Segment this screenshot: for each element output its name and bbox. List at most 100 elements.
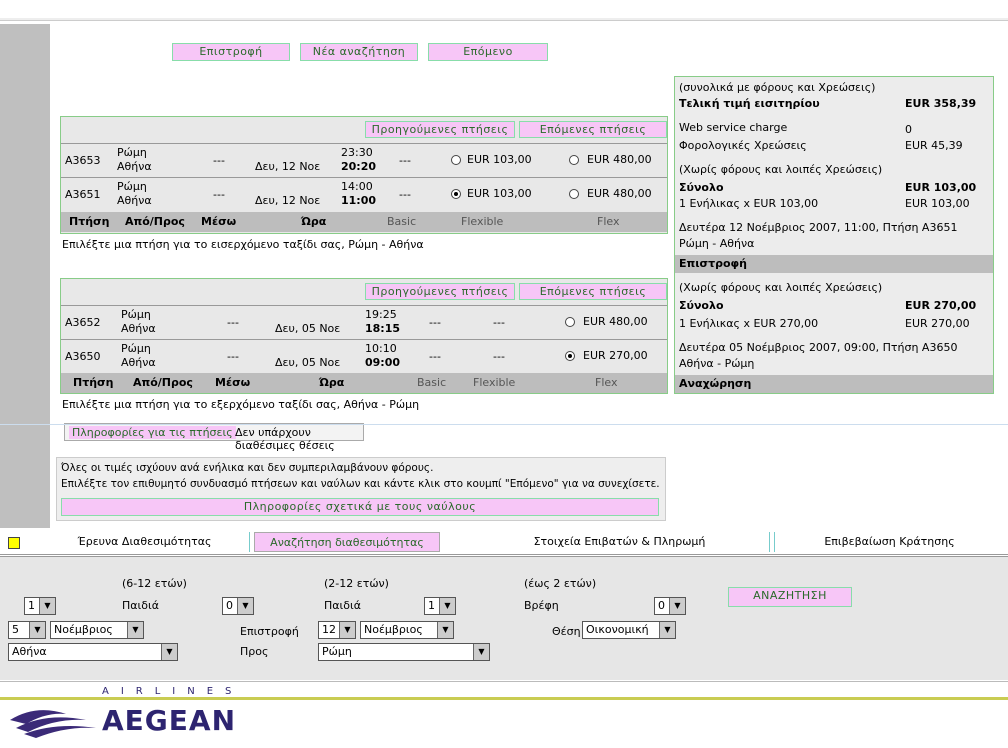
flight-number: A3653 [65,154,101,167]
tab-passengers-payment[interactable]: Στοιχεία Επιβατών & Πληρωμή [470,532,770,552]
route-from: Αθήνα [121,356,156,369]
from-select[interactable]: Αθήνα ▼ [8,643,178,661]
class-label: Θέση [552,625,581,638]
inbound-prev-button[interactable]: Προηγούμενες πτήσεις [365,121,515,138]
table-header: Πτήση Από/Προς Μέσω Ώρα Basic Flexible F… [61,373,667,393]
outbound-route: Αθήνα - Ρώμη [679,357,755,370]
outbound-next-button[interactable]: Επόμενες πτήσεις [519,283,667,300]
inbound-caption: Επιλέξτε μια πτήση για το εισερχόμενο τα… [62,238,424,251]
depart-day-value: 5 [12,623,19,636]
return-day-select[interactable]: 12 ▼ [318,621,356,639]
outbound-pax: 1 Ενήλικας x EUR 270,00 [679,317,819,330]
route-to: Ρώμη [121,342,151,355]
class-select[interactable]: Οικονομική ▼ [582,621,676,639]
table-row[interactable]: A3652 Ρώμη Αθήνα --- Δευ, 05 Νοε 18:15 1… [61,305,667,339]
flexible-fare: EUR 103,00 [467,187,532,200]
table-row[interactable]: A3650 Ρώμη Αθήνα --- Δευ, 05 Νοε 09:00 1… [61,339,667,373]
col-flexible: Flexible [461,215,504,228]
tab-availability[interactable]: Έρευνα Διαθεσιμότητας [40,532,250,552]
return-date: Δευτέρα 12 Νοέμβριος 2007, 11:00, Πτήση … [679,221,958,234]
infants-note: (έως 2 ετών) [524,577,597,590]
fare-radio[interactable] [569,189,579,199]
to-value: Ρώμη [322,645,352,658]
outbound-caption: Επιλέξτε μια πτήση για το εξερχόμενο ταξ… [62,398,420,411]
col-flex: Flex [595,376,618,389]
chevron-down-icon: ▼ [473,644,489,660]
outbound-prev-button[interactable]: Προηγούμενες πτήσεις [365,283,515,300]
chevron-down-icon: ▼ [659,622,675,638]
total-value: EUR 358,39 [905,97,977,110]
outbound-note: (Χωρίς φόρους και λοιπές Χρεώσεις) [679,281,883,294]
tab-search[interactable]: Αναζήτηση διαθεσιμότητας [254,532,440,552]
chevron-down-icon: ▼ [29,622,45,638]
brand-name: AEGEAN [102,704,237,737]
outbound-date: Δευτέρα 05 Νοέμβριος 2007, 09:00, Πτήση … [679,341,958,354]
inbound-flights-table: Προηγούμενες πτήσεις Επόμενες πτήσεις A3… [60,116,668,234]
kids-select[interactable]: 1 ▼ [24,597,56,615]
tab-confirmation[interactable]: Επιβεβαίωση Κράτησης [774,532,1004,552]
return-pax-total: EUR 103,00 [905,197,970,210]
date: Δευ, 12 Νοε [255,160,321,173]
search-button[interactable]: ΑΝΑΖΗΤΗΣΗ [728,587,852,607]
legend: Πληροφορίες για τις πτήσεις Δεν υπάρχουν… [64,423,364,452]
price-summary: (συνολικά με φόρους και Χρεώσεις) Τελική… [674,76,994,394]
adults-select[interactable]: 1 ▼ [424,597,456,615]
return-month-select[interactable]: Νοέμβριος ▼ [360,621,454,639]
return-route: Ρώμη - Αθήνα [679,237,755,250]
infants-select[interactable]: 0 ▼ [654,597,686,615]
route-from: Αθήνα [121,322,156,335]
instructions-line1: Επιλέξτε τον επιθυμητό συνδυασμό πτήσεων… [61,478,660,490]
fare-radio[interactable] [565,317,575,327]
chevron-down-icon: ▼ [161,644,177,660]
route-to: Αθήνα [117,160,152,173]
back-button[interactable]: Επιστροφή [172,43,290,61]
children-note: (2-12 ετών) [324,577,389,590]
route-to: Ρώμη [121,308,151,321]
search-panel: (6-12 ετών) (2-12 ετών) (έως 2 ετών) 1 ▼ … [0,556,1008,680]
return-month-value: Νοέμβριος [364,623,423,636]
arr-time: 19:25 [365,308,397,321]
via: --- [227,316,239,329]
legend-info: Πληροφορίες για τις πτήσεις [69,426,236,439]
total-note: (συνολικά με φόρους και Χρεώσεις) [679,81,876,94]
depart-month-value: Νοέμβριος [54,623,113,636]
arr-time: 23:30 [341,146,373,159]
chevron-down-icon: ▼ [439,598,455,614]
date: Δευ, 05 Νοε [275,322,341,335]
next-button[interactable]: Επόμενο [428,43,548,61]
children-value: 0 [226,599,233,612]
depart-day-select[interactable]: 5 ▼ [8,621,46,639]
flex-fare: EUR 480,00 [587,187,652,200]
outbound-sum-label: Σύνολο [679,299,724,312]
infants-value: 0 [658,599,665,612]
aegean-logo: AEGEAN AIRLINES [6,684,256,744]
chevron-down-icon: ▼ [339,622,355,638]
to-select[interactable]: Ρώμη ▼ [318,643,490,661]
inbound-next-button[interactable]: Επόμενες πτήσεις [519,121,667,138]
flex-fare: EUR 270,00 [583,349,648,362]
kids-note: (6-12 ετών) [122,577,187,590]
fare-radio[interactable] [569,155,579,165]
class-value: Οικονομική [586,623,649,636]
fare-radio[interactable] [451,155,461,165]
col-flexible: Flexible [473,376,516,389]
kids-label: Παιδιά [122,599,159,612]
adults-value: 1 [428,599,435,612]
table-row[interactable]: A3653 Ρώμη Αθήνα --- Δευ, 12 Νοε 20:20 2… [61,143,667,177]
fare-info-button[interactable]: Πληροφορίες σχετικά με τους ναύλους [61,498,659,516]
children-select[interactable]: 0 ▼ [222,597,254,615]
return-label: Επιστροφή [240,625,299,638]
table-row[interactable]: A3651 Ρώμη Αθήνα --- Δευ, 12 Νοε 11:00 1… [61,177,667,211]
chevron-down-icon: ▼ [669,598,685,614]
left-strip [0,24,50,528]
children-label: Παιδιά [324,599,361,612]
fare-radio-selected[interactable] [565,351,575,361]
depart-month-select[interactable]: Νοέμβριος ▼ [50,621,144,639]
flexible-fare: --- [493,350,505,363]
web-charge-value: 0 [905,123,912,136]
flight-number: A3651 [65,188,101,201]
restart-button[interactable]: Νέα αναζήτηση [300,43,418,61]
route-from: Ρώμη [117,146,147,159]
fare-radio-selected[interactable] [451,189,461,199]
col-route: Από/Προς [125,215,185,228]
